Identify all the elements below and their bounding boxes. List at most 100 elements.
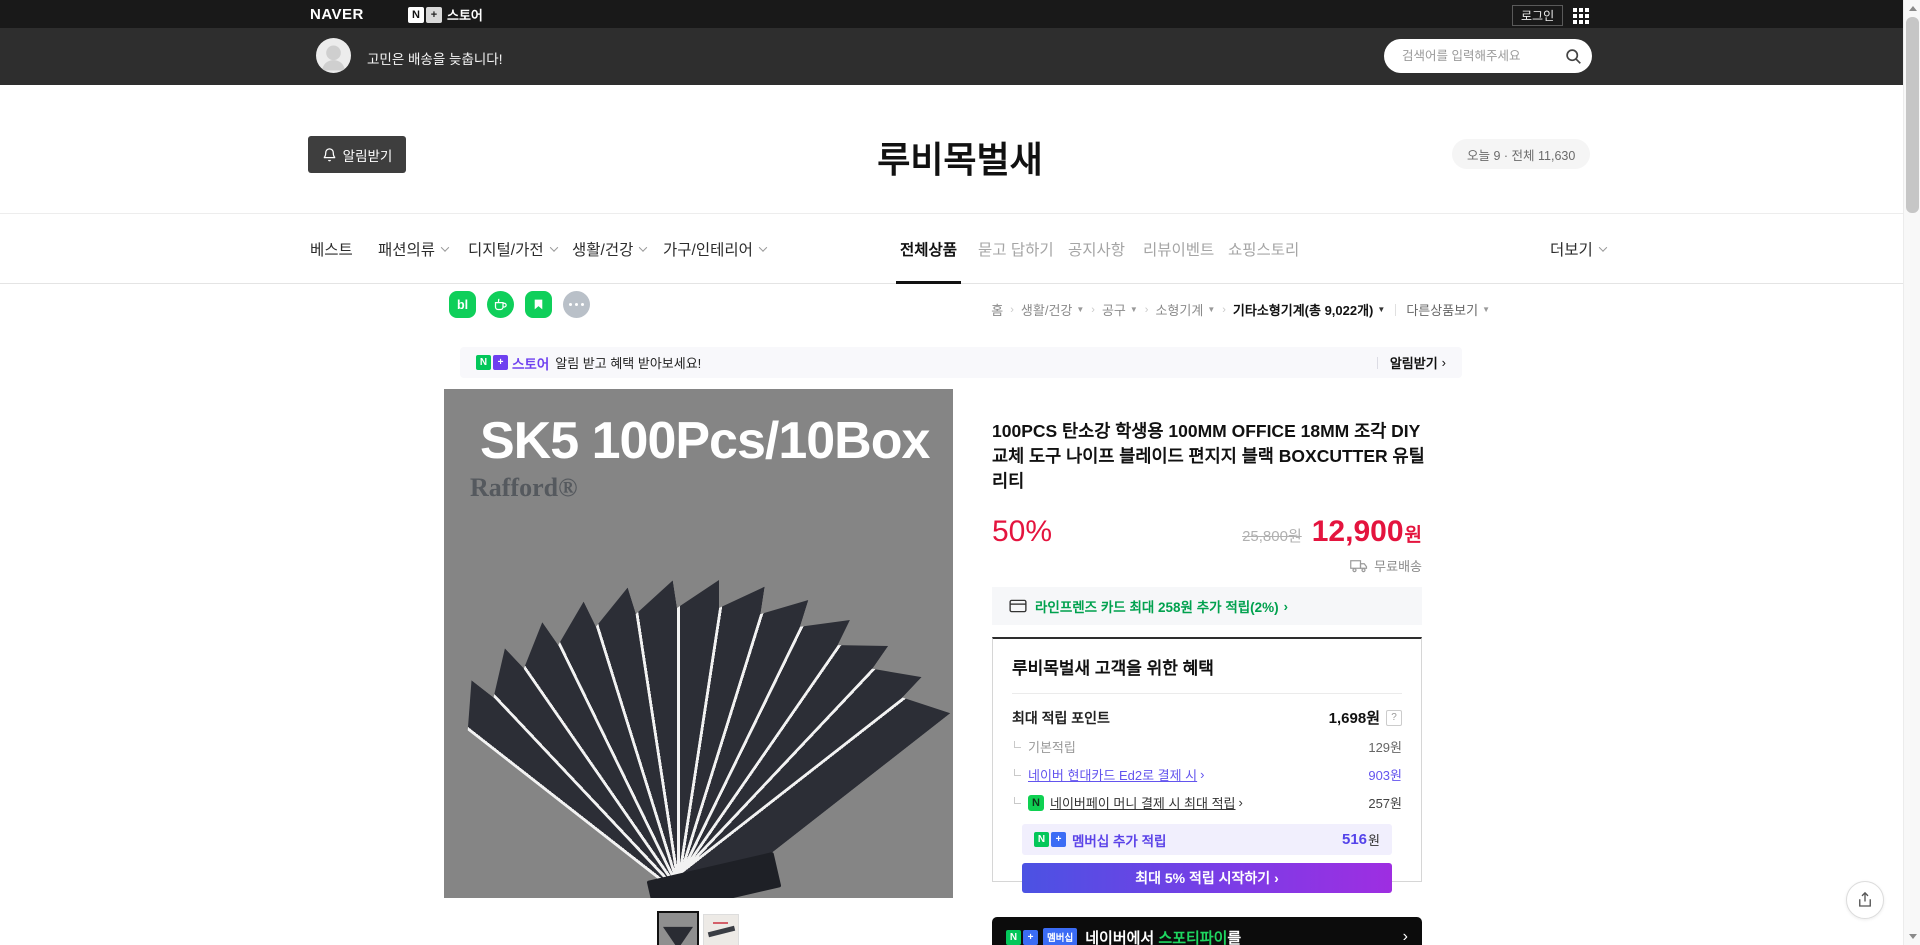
apps-grid-icon[interactable]: [1573, 8, 1589, 24]
max-point-value: 1,698원: [1329, 707, 1380, 728]
thumbnail-1[interactable]: [657, 911, 699, 945]
notify-label: 알림받기: [343, 145, 393, 165]
n-badge-icon: N: [1034, 832, 1049, 847]
shipping-label: 무료배송: [1374, 556, 1422, 575]
dropdown-caret-icon: ▼: [1076, 305, 1084, 314]
thumbnail-2[interactable]: [703, 914, 739, 945]
login-button[interactable]: 로그인: [1512, 5, 1563, 26]
nav-notice[interactable]: 공지사항: [1068, 214, 1125, 283]
chevron-down-icon: [639, 243, 647, 251]
crumb-home[interactable]: 홈: [991, 300, 1003, 319]
hyundai-card-row: 네이버 현대카드 Ed2로 결제 시 › 903원: [1012, 765, 1402, 784]
chevron-right-icon: ›: [1239, 795, 1243, 810]
crumb-tools[interactable]: 공구: [1102, 300, 1126, 319]
basic-point-value: 129원: [1368, 737, 1402, 756]
membership-cta-button[interactable]: 최대 5% 적립 시작하기 ›: [1022, 863, 1392, 893]
nav-more[interactable]: 더보기: [1550, 214, 1606, 283]
crumb-current-category[interactable]: 기타소형기계(총 9,022개): [1233, 300, 1373, 319]
crumb-small-machine[interactable]: 소형기계: [1155, 300, 1203, 319]
product-main-image[interactable]: SK5 100Pcs/10Box Rafford®: [444, 389, 953, 898]
scrollbar[interactable]: [1903, 0, 1920, 945]
store-social-links: bl: [449, 291, 590, 318]
breadcrumb-separator: ›: [1091, 304, 1095, 316]
discount-rate: 50%: [992, 515, 1052, 549]
chevron-down-icon: [1599, 243, 1607, 251]
store-nav: 베스트 패션의류 디지털/가전 생활/건강 가구/인테리어 전체상품 묻고 답하…: [0, 213, 1920, 284]
plus-badge-icon: +: [426, 7, 442, 23]
store-alert-banner: N + 스토어 알림 받고 혜택 받아보세요! 알림받기 ›: [460, 347, 1462, 378]
tree-corner-icon: [1014, 797, 1021, 804]
cafe-icon[interactable]: [487, 291, 514, 318]
nav-best[interactable]: 베스트: [310, 214, 353, 283]
crumb-living[interactable]: 생활/건강: [1021, 300, 1072, 319]
hyundai-card-value: 903원: [1368, 765, 1402, 784]
share-button[interactable]: [1846, 881, 1884, 919]
nav-living[interactable]: 생활/건강: [572, 214, 646, 283]
breadcrumb-separator: ›: [1145, 304, 1149, 316]
chevron-right-icon: ›: [1274, 870, 1279, 886]
store-title: 루비목벌새: [877, 131, 1043, 183]
naver-logo[interactable]: NAVER: [310, 6, 364, 23]
n-badge-icon: N: [408, 7, 424, 23]
store-notify-button[interactable]: 알림받기: [308, 136, 406, 173]
visitor-stats: 오늘 9 · 전체 11,630: [1452, 139, 1590, 169]
basic-point-label: 기본적립: [1028, 737, 1076, 756]
help-icon[interactable]: ?: [1386, 710, 1402, 726]
chevron-down-icon: [759, 243, 767, 251]
chevron-right-icon: ›: [1442, 355, 1446, 370]
chevron-right-icon: ›: [1284, 599, 1288, 614]
share-icon: [1856, 891, 1874, 909]
nav-digital[interactable]: 디지털/가전: [468, 214, 557, 283]
top-bar: NAVER N + 스토어 로그인: [0, 0, 1920, 28]
dropdown-caret-icon: ▼: [1482, 305, 1490, 314]
shipping-info: 무료배송: [1350, 556, 1422, 575]
nav-shopping-story[interactable]: 쇼핑스토리: [1228, 214, 1299, 283]
tree-corner-icon: [1014, 769, 1021, 776]
scroll-up-icon[interactable]: [1904, 0, 1920, 17]
bell-plus-icon: [322, 147, 337, 162]
card-benefit-banner[interactable]: 라인프렌즈 카드 최대 258원 추가 적립(2%) ›: [992, 587, 1422, 625]
nav-fashion[interactable]: 패션의류: [378, 214, 448, 283]
alert-notify-link[interactable]: 알림받기: [1390, 353, 1438, 372]
scrollbar-thumb[interactable]: [1906, 17, 1919, 213]
more-links-icon[interactable]: [563, 291, 590, 318]
npay-money-row: N 네이버페이 머니 결제 시 최대 적립 › 257원: [1012, 793, 1402, 812]
nav-qna[interactable]: 묻고 답하기: [978, 214, 1054, 283]
hyundai-card-link[interactable]: 네이버 현대카드 Ed2로 결제 시: [1028, 765, 1197, 784]
dropdown-caret-icon: ▼: [1130, 305, 1138, 314]
nplus-store-logo[interactable]: N + 스토어: [408, 5, 483, 24]
nav-all-products[interactable]: 전체상품: [900, 214, 957, 283]
nav-review-event[interactable]: 리뷰이벤트: [1143, 214, 1214, 283]
truck-icon: [1350, 559, 1368, 573]
search-icon[interactable]: [1565, 48, 1582, 65]
membership-value: 516: [1342, 831, 1367, 848]
other-products-dropdown[interactable]: 다른상품보기: [1406, 300, 1478, 319]
plus-badge-icon: +: [1051, 832, 1066, 847]
n-badge-icon: N: [476, 355, 491, 370]
scroll-down-icon[interactable]: [1904, 928, 1920, 945]
npay-money-value: 257원: [1368, 793, 1402, 812]
breadcrumb-divider: [1395, 304, 1396, 316]
image-brand: Rafford®: [470, 473, 578, 503]
promo-highlight: 스포티파이: [1158, 930, 1227, 945]
chevron-down-icon: [549, 243, 557, 251]
alert-message: 알림 받고 혜택 받아보세요!: [555, 353, 701, 372]
nav-furniture[interactable]: 가구/인테리어: [663, 214, 766, 283]
store-bar: 고민은 배송을 늦춥니다!: [0, 28, 1920, 85]
bookmark-icon[interactable]: [525, 291, 552, 318]
membership-badge: 멤버십: [1043, 928, 1077, 945]
customer-benefits-box: 루비목벌새 고객을 위한 혜택 최대 적립 포인트 1,698원 ? 기본적립 …: [992, 637, 1422, 882]
search-input[interactable]: [1400, 48, 1565, 64]
store-word: 스토어: [512, 353, 549, 373]
avatar[interactable]: [316, 38, 351, 73]
spotify-promo-banner[interactable]: N + 멤버십 네이버에서 스포티파이를 ›: [992, 917, 1422, 945]
blog-icon[interactable]: bl: [449, 291, 476, 318]
store-header: 알림받기 루비목벌새 오늘 9 · 전체 11,630: [0, 85, 1920, 213]
npay-money-link[interactable]: 네이버페이 머니 결제 시 최대 적립: [1050, 793, 1236, 812]
image-headline: SK5 100Pcs/10Box: [480, 411, 929, 471]
dropdown-caret-icon: ▼: [1207, 305, 1215, 314]
npay-icon: N: [1028, 795, 1044, 811]
current-price: 12,900원: [1312, 515, 1422, 549]
membership-unit: 원: [1368, 830, 1380, 849]
card-benefit-text: 라인프렌즈 카드 최대 258원 추가 적립(2%): [1035, 596, 1279, 616]
